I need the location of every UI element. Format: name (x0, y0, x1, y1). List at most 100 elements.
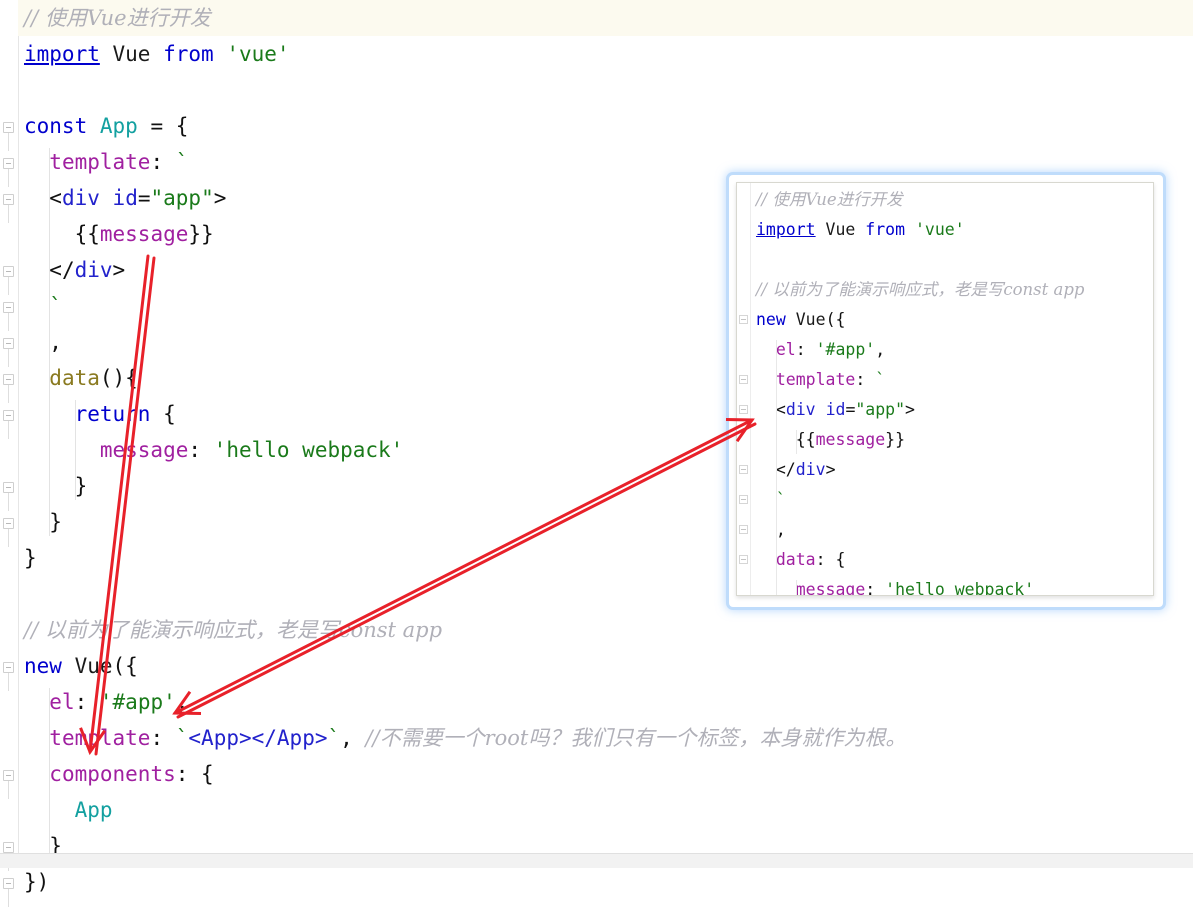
code-line[interactable]: // 以前为了能演示响应式，老是写const app (750, 275, 1153, 305)
code-token: } (24, 510, 62, 534)
code-token: : (150, 726, 176, 750)
code-line[interactable]: template: ` (750, 365, 1153, 395)
code-line[interactable]: </div> (750, 455, 1153, 485)
code-token: </ (49, 258, 75, 282)
code-token: "app" (855, 400, 906, 419)
code-line[interactable] (18, 72, 1193, 108)
indent-guide (795, 580, 797, 595)
code-line[interactable]: message: 'hello webpack' (750, 575, 1153, 596)
code-token: > (825, 460, 836, 479)
code-line[interactable]: ` (750, 485, 1153, 515)
code-line[interactable]: const App = { (18, 108, 1193, 144)
code-token: data (775, 550, 816, 569)
code-token: App (99, 114, 138, 138)
code-token: components (49, 762, 176, 786)
fold-toggle-icon[interactable] (3, 302, 14, 331)
fold-toggle-icon[interactable] (3, 374, 14, 403)
code-line[interactable]: App (18, 792, 1193, 828)
code-token: 'hello webpack' (213, 438, 404, 462)
code-token: : (795, 340, 816, 359)
code-line[interactable]: // 以前为了能演示响应式，老是写const app (18, 612, 1193, 648)
code-line[interactable]: new Vue({ (18, 648, 1193, 684)
code-token: ` (175, 150, 189, 174)
code-line[interactable]: , (750, 515, 1153, 545)
indent-guide (775, 340, 777, 595)
fold-toggle-icon[interactable] (3, 410, 14, 439)
fold-toggle-icon[interactable] (3, 194, 14, 223)
fold-toggle-icon[interactable] (3, 266, 14, 295)
code-token: : { (175, 762, 214, 786)
code-token: (){ (99, 366, 138, 390)
code-token: > (905, 400, 915, 419)
code-token: { (150, 402, 176, 426)
code-token: Vue (795, 310, 826, 329)
code-line[interactable]: {{message}} (750, 425, 1153, 455)
fold-toggle-icon[interactable] (3, 122, 14, 151)
code-token: import (756, 220, 816, 239)
code-token: ` (175, 726, 189, 750)
code-line[interactable]: el: '#app', (18, 684, 1193, 720)
editor-fold-gutter[interactable] (0, 0, 19, 907)
code-token: ({ (112, 654, 138, 678)
code-token: div (74, 258, 113, 282)
fold-toggle-icon[interactable] (3, 338, 14, 367)
code-line[interactable]: el: '#app', (750, 335, 1153, 365)
code-token: el (49, 690, 75, 714)
fold-toggle-icon (739, 405, 748, 414)
code-token: //不需要一个root吗？我们只有一个标签，本身就作为根。 (365, 726, 907, 750)
fold-toggle-icon (739, 315, 748, 324)
code-token: 'hello webpack' (885, 580, 1035, 596)
fold-toggle-icon[interactable] (3, 518, 14, 547)
code-token: : (865, 580, 886, 596)
fold-toggle-icon[interactable] (3, 842, 14, 871)
code-line[interactable]: // 使用Vue进行开发 (750, 185, 1153, 215)
code-token: = { (137, 114, 189, 138)
code-token: }) (24, 870, 50, 894)
indent-guide (74, 400, 76, 500)
fold-toggle-icon[interactable] (3, 770, 14, 799)
fold-toggle-icon[interactable] (3, 158, 14, 187)
code-line[interactable]: data: { (750, 545, 1153, 575)
code-token: return (74, 402, 151, 426)
code-line[interactable]: template: `<App></App>`, //不需要一个root吗？我们… (18, 720, 1193, 756)
indent-guide (49, 688, 51, 860)
code-line[interactable]: new Vue({ (750, 305, 1153, 335)
code-token: 'vue' (914, 220, 965, 239)
fold-toggle-icon (739, 375, 748, 384)
editor-status-strip (0, 853, 1193, 868)
fold-toggle-icon[interactable] (3, 878, 14, 907)
code-line[interactable]: import Vue from 'vue' (18, 36, 1193, 72)
code-token: message (99, 222, 189, 246)
code-token: from (865, 220, 906, 239)
inset-screenshot-panel: // 使用Vue进行开发 import Vue from 'vue' // 以前为… (729, 175, 1163, 607)
code-editor[interactable]: // 使用Vue进行开发 import Vue from 'vue' const … (0, 0, 1193, 907)
code-line[interactable]: components: { (18, 756, 1193, 792)
code-token: template (49, 150, 151, 174)
fold-toggle-icon[interactable] (3, 662, 14, 691)
code-token: Vue (825, 220, 856, 239)
fold-toggle-icon[interactable] (3, 482, 14, 511)
code-line[interactable]: import Vue from 'vue' (750, 215, 1153, 245)
code-token: : { (815, 550, 846, 569)
code-line[interactable]: <div id="app"> (750, 395, 1153, 425)
code-token: id (112, 186, 138, 210)
fold-toggle-icon (739, 555, 748, 564)
code-line[interactable]: }) (18, 864, 1193, 900)
code-line[interactable] (750, 245, 1153, 275)
code-line[interactable]: // 使用Vue进行开发 (18, 0, 1193, 36)
code-token: Vue (74, 654, 113, 678)
code-token: ` (49, 294, 62, 318)
